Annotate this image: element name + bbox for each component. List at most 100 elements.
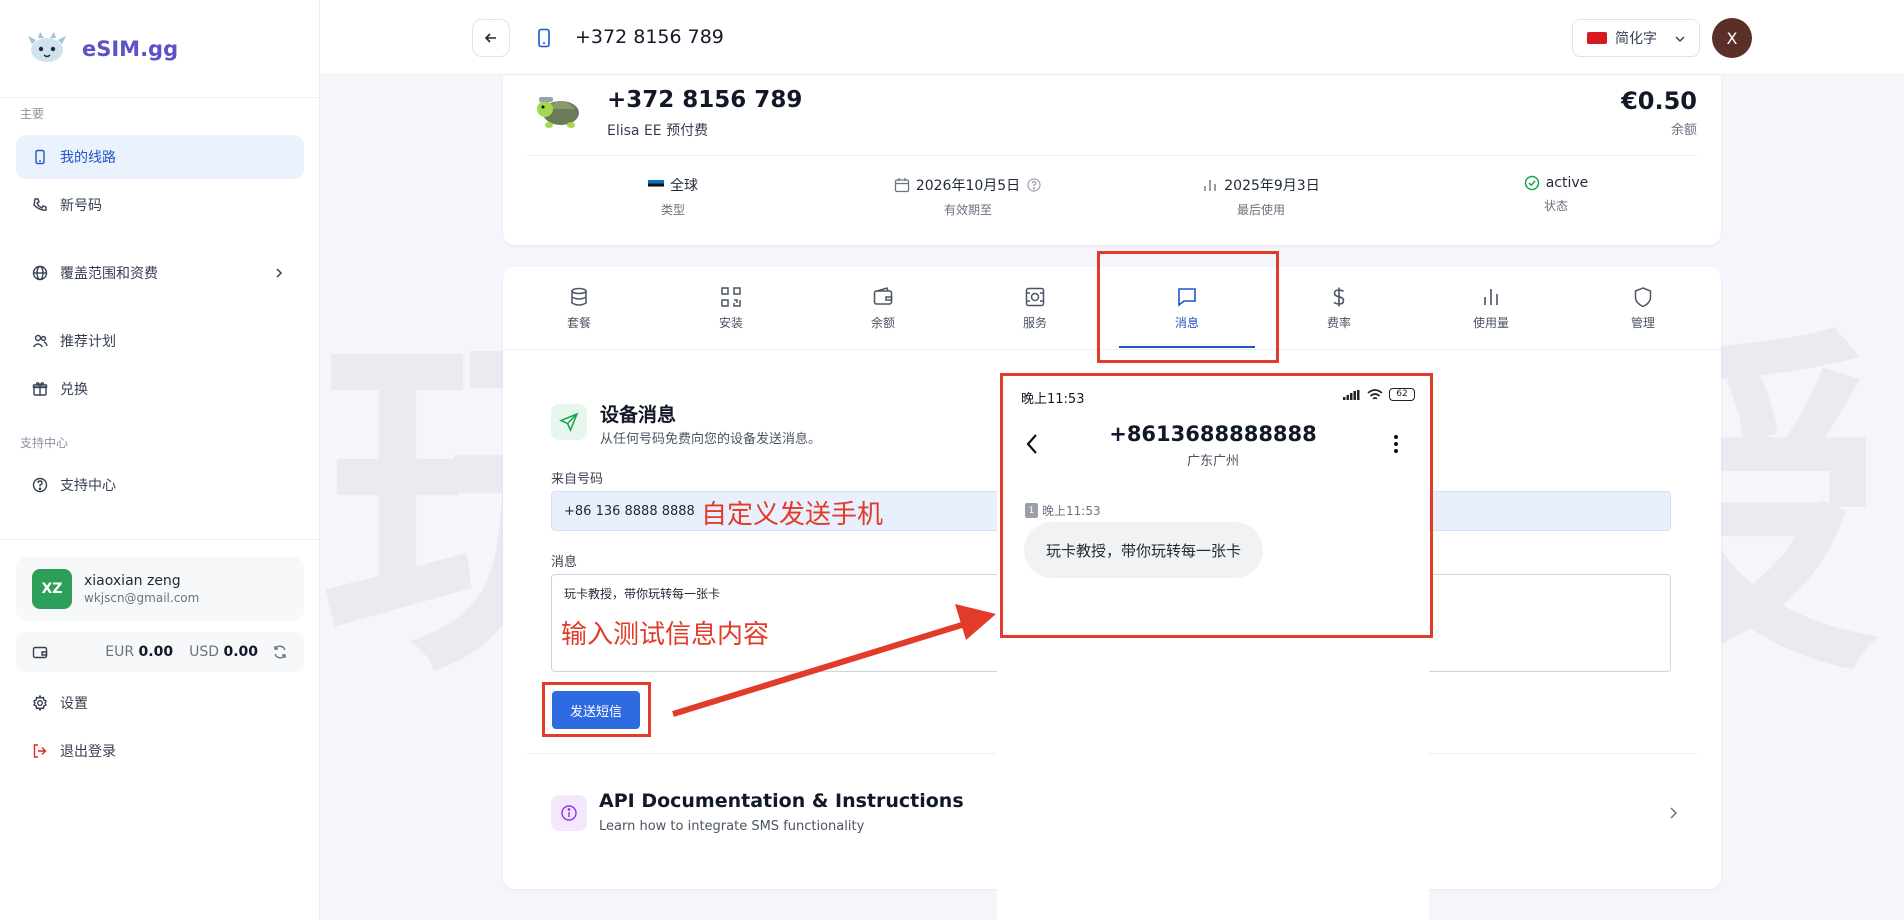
line-balance-label: 余额 (1670, 123, 1697, 138)
line-number: +372 8156 789 (607, 87, 803, 113)
topbar: +372 8156 789 简化字 X (320, 0, 1904, 75)
tab-balance[interactable]: 余额 (807, 267, 959, 350)
bar-chart-icon (1484, 289, 1498, 305)
user-email: wkjscn@gmail.com (84, 591, 200, 605)
sidebar-item-label: 兑换 (60, 382, 88, 398)
message-square-icon (1178, 288, 1196, 307)
api-docs-title: API Documentation & Instructions (599, 790, 964, 812)
sidebar-item-redeem[interactable]: 兑换 (16, 367, 304, 411)
tab-messages[interactable]: 消息 (1111, 267, 1263, 350)
help-circle-icon[interactable] (1026, 177, 1042, 193)
arrow-left-icon (484, 33, 496, 43)
topbar-phone-number: +372 8156 789 (575, 26, 724, 48)
tab-label: 管理 (1630, 316, 1655, 330)
tab-label: 费率 (1326, 316, 1351, 330)
tab-services[interactable]: 服务 (959, 267, 1111, 350)
stat-label: 有效期至 (943, 203, 992, 217)
turtle-mascot-icon (537, 97, 579, 128)
tab-usage[interactable]: 使用量 (1415, 267, 1567, 350)
wallet-eur-label: EUR (105, 644, 135, 660)
refresh-icon[interactable] (272, 644, 288, 660)
phone-contact-location: 广东广州 (1186, 454, 1239, 469)
tab-manage[interactable]: 管理 (1567, 267, 1719, 350)
sidebar-item-settings[interactable]: 设置 (16, 681, 304, 725)
bar-chart-icon (1204, 180, 1216, 191)
api-docs-subtitle: Learn how to integrate SMS functionality (599, 819, 865, 834)
sidebar-item-my-lines[interactable]: 我的线路 (16, 135, 304, 179)
tab-plan[interactable]: 套餐 (503, 267, 655, 350)
wallet-usd-value: 0.00 (223, 644, 258, 660)
stat-label: 类型 (660, 203, 685, 217)
info-icon-box (551, 795, 587, 831)
qr-code-icon (721, 287, 741, 307)
from-number-label: 来自号码 (551, 472, 604, 487)
brand[interactable]: eSIM.gg (0, 0, 319, 98)
battery-icon: 62 (1389, 388, 1415, 401)
stat-value: 2026年10月5日 (915, 178, 1021, 194)
stat-value: 全球 (670, 178, 698, 194)
stat-value: 2025年9月3日 (1224, 178, 1320, 194)
stat-type: 全球 类型 (543, 175, 803, 218)
messages-subtitle: 从任何号码免费向您的设备发送消息。 (600, 432, 822, 447)
language-select[interactable]: 简化字 (1572, 19, 1700, 57)
send-sms-button[interactable]: 发送短信 (552, 691, 640, 729)
annotation-text-custom-sender: 自定义发送手机 (701, 500, 884, 530)
phone-status-icons: 62 (1343, 388, 1415, 401)
tab-label: 服务 (1022, 316, 1047, 330)
phone-status-time: 晚上11:53 (1021, 392, 1085, 407)
sidebar-item-label: 推荐计划 (60, 334, 116, 350)
wallet-icon (873, 287, 893, 305)
tab-label: 使用量 (1472, 316, 1509, 330)
phone-message-time: 晚上11:53 (1042, 504, 1101, 518)
sidebar-item-label: 设置 (60, 696, 88, 712)
wallet-card: EUR 0.00 USD 0.00 (16, 632, 304, 672)
sidebar-item-label: 我的线路 (60, 150, 116, 166)
phone-screenshot: 晚上11:53 62 +8613688888888 广东广州 1 晚上11:53… (997, 370, 1429, 920)
info-icon (561, 805, 577, 821)
globe-icon (32, 265, 48, 281)
wallet-icon (32, 646, 48, 659)
sidebar-item-label: 退出登录 (60, 744, 116, 760)
sidebar-item-referral[interactable]: 推荐计划 (16, 319, 304, 363)
stat-value: active (1545, 175, 1589, 191)
line-plan: Elisa EE 预付费 (607, 123, 709, 139)
stat-status: active 状态 (1426, 175, 1686, 214)
phone-message-meta: 1 晚上11:53 (1025, 502, 1101, 519)
stat-expiry: 2026年10月5日 有效期至 (838, 175, 1098, 218)
send-icon (559, 412, 579, 432)
sidebar-item-logout[interactable]: 退出登录 (16, 729, 304, 773)
user-card[interactable]: XZ xiaoxian zeng wkjscn@gmail.com (16, 557, 304, 621)
brand-name: eSIM.gg (82, 36, 179, 61)
send-icon-box (551, 404, 587, 440)
tab-label: 余额 (870, 316, 895, 330)
phone-icon (35, 149, 45, 165)
card-divider (527, 155, 1697, 156)
stat-label: 状态 (1543, 199, 1568, 213)
nav-section-support: 支持中心 (20, 436, 69, 450)
sidebar-item-support-center[interactable]: 支持中心 (16, 463, 304, 507)
flag-icon (1587, 32, 1607, 44)
sidebar-item-new-number[interactable]: 新号码 (16, 183, 304, 227)
dollar-icon (1333, 287, 1345, 307)
shield-icon (1634, 287, 1652, 308)
message-label: 消息 (551, 555, 578, 570)
calendar-icon (894, 178, 909, 193)
messages-title: 设备消息 (600, 404, 677, 426)
line-tabs: 套餐 安装 余额 服务 消息 费率 使用量 管理 (503, 267, 1721, 350)
more-vertical-icon (1394, 435, 1398, 453)
user-avatar-button[interactable]: X (1712, 18, 1752, 58)
chevron-right-icon (1670, 807, 1678, 819)
tab-rates[interactable]: 费率 (1263, 267, 1415, 350)
back-button[interactable] (472, 19, 510, 57)
line-balance: €0.50 (1621, 87, 1697, 115)
signal-icon (1343, 389, 1360, 400)
tab-install[interactable]: 安装 (655, 267, 807, 350)
tab-label: 套餐 (566, 316, 591, 330)
sim-badge: 1 (1025, 503, 1038, 518)
chevron-right-icon (276, 268, 283, 278)
stat-last-used: 2025年9月3日 最后使用 (1131, 175, 1391, 218)
annotation-text-input-test: 输入测试信息内容 (561, 620, 770, 650)
brand-logo-icon (28, 31, 66, 62)
logout-icon (33, 744, 47, 758)
sidebar-item-coverage[interactable]: 覆盖范围和资费 (16, 251, 304, 295)
